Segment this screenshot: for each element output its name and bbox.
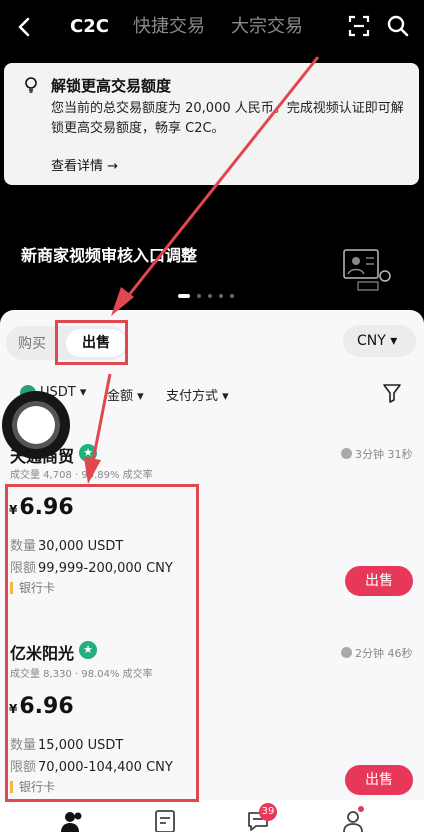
price-value: 6.96 — [19, 495, 74, 520]
sell-button[interactable]: 出售 — [345, 566, 413, 596]
currency-selector[interactable]: CNY ▾ — [343, 325, 416, 357]
verified-badge-icon: ★ — [79, 444, 97, 462]
quantity-label: 数量 — [10, 539, 37, 554]
tab-block-trade[interactable]: 大宗交易 — [231, 15, 303, 39]
filter-bar: USDT ▾ 金额 ▾ 支付方式 ▾ — [0, 381, 424, 407]
profile-icon[interactable] — [342, 810, 364, 833]
assistive-core — [17, 406, 55, 444]
payment-method: 银行卡 — [10, 582, 55, 594]
buy-tab[interactable]: 购买 — [18, 333, 46, 353]
clock-icon — [341, 448, 352, 459]
amount-filter[interactable]: 金额 ▾ — [107, 385, 144, 404]
tab-quick-trade[interactable]: 快捷交易 — [133, 15, 205, 39]
offer-limit: 限额 70,000-104,400 CNY — [10, 756, 173, 775]
offer-price: ¥6.96 — [9, 694, 74, 719]
pagination-dot[interactable] — [208, 294, 212, 298]
quantity-value: 30,000 USDT — [38, 539, 124, 554]
merchant-name[interactable]: 亿米阳光 — [10, 640, 74, 664]
sell-button[interactable]: 出售 — [345, 765, 413, 795]
tab-c2c[interactable]: C2C — [70, 15, 109, 39]
offer-price: ¥6.96 — [9, 495, 74, 520]
users-icon[interactable] — [60, 810, 82, 832]
pagination-dot[interactable] — [219, 294, 223, 298]
notice-title: 解锁更高交易额度 — [51, 77, 172, 95]
back-arrow-icon[interactable] — [14, 14, 36, 40]
messages-badge: 39 — [259, 803, 277, 821]
currency-symbol: ¥ — [9, 702, 18, 716]
payment-time-value: 2分钟 46秒 — [355, 647, 413, 660]
top-bar: C2C 快捷交易 大宗交易 — [0, 0, 424, 56]
verification-illustration-icon — [336, 246, 396, 292]
offer-limit: 限额 99,999-200,000 CNY — [10, 557, 173, 576]
filter-funnel-icon[interactable] — [383, 383, 401, 403]
price-value: 6.96 — [19, 694, 74, 719]
orders-icon[interactable] — [154, 810, 176, 833]
limit-notice-card: 解锁更高交易额度 您当前的总交易额度为 20,000 人民币。完成视频认证即可解… — [4, 63, 419, 185]
notice-description: 您当前的总交易额度为 20,000 人民币。完成视频认证即可解锁更高交易额度，畅… — [51, 101, 404, 136]
payment-time: 3分钟 31秒 — [341, 446, 413, 462]
profile-notification-dot — [358, 806, 364, 812]
payment-method: 银行卡 — [10, 781, 55, 793]
trade-side-toggle: 购买 出售 — [6, 326, 128, 360]
limit-value: 99,999-200,000 CNY — [38, 561, 173, 576]
assistive-touch-button[interactable] — [2, 391, 70, 459]
pagination-dot[interactable] — [230, 294, 234, 298]
scan-icon[interactable] — [347, 14, 371, 38]
offer-quantity: 数量 15,000 USDT — [10, 734, 123, 753]
payment-method-filter[interactable]: 支付方式 ▾ — [166, 385, 229, 404]
bottom-navigation — [0, 800, 424, 833]
merchant-stats: 成交量 4,708 · 99.89% 成交率 — [10, 470, 153, 481]
currency-symbol: ¥ — [9, 503, 18, 517]
search-icon[interactable] — [386, 14, 410, 38]
limit-label: 限额 — [10, 561, 37, 576]
pagination-dot[interactable] — [197, 294, 201, 298]
payment-time-value: 3分钟 31秒 — [355, 448, 413, 461]
verified-badge-icon: ★ — [79, 641, 97, 659]
pagination-dot-active[interactable] — [178, 294, 190, 298]
merchant-stats: 成交量 8,330 · 98.04% 成交率 — [10, 669, 153, 680]
quantity-value: 15,000 USDT — [38, 738, 124, 753]
quantity-label: 数量 — [10, 738, 37, 753]
sell-tab[interactable]: 出售 — [66, 329, 126, 357]
view-details-link[interactable]: 查看详情 → — [51, 155, 118, 174]
limit-value: 70,000-104,400 CNY — [38, 760, 173, 775]
payment-time: 2分钟 46秒 — [341, 645, 413, 661]
lightbulb-icon — [24, 77, 38, 93]
clock-icon — [341, 647, 352, 658]
limit-label: 限额 — [10, 760, 37, 775]
banner-pagination — [178, 294, 241, 298]
banner-title[interactable]: 新商家视频审核入口调整 — [21, 242, 197, 266]
offer-quantity: 数量 30,000 USDT — [10, 535, 123, 554]
